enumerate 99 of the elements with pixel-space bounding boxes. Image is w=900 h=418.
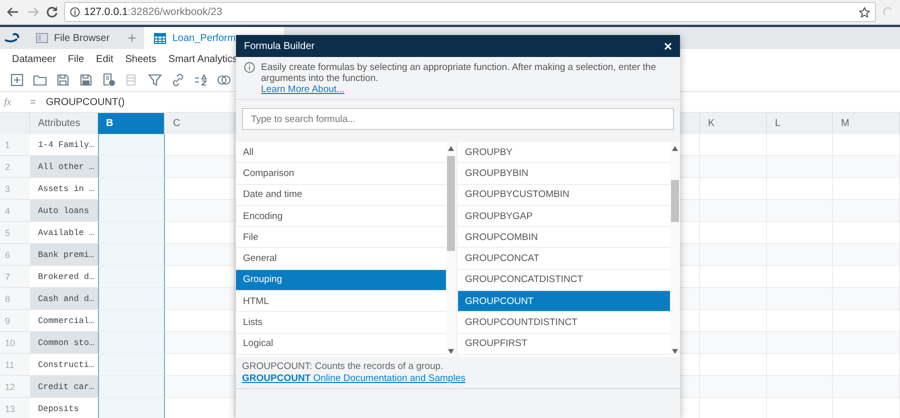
join-icon[interactable] <box>217 73 231 87</box>
menu-item[interactable]: Datameer <box>12 54 56 64</box>
menu-item[interactable]: Sheets <box>125 54 156 64</box>
address-bar[interactable]: 127.0.0.1:32826/workbook/23 <box>64 2 876 22</box>
row-number: 10 <box>0 332 30 354</box>
scrollbar[interactable] <box>670 142 680 357</box>
row-number: 4 <box>0 200 30 222</box>
row-number: 2 <box>0 156 30 178</box>
scroll-up-icon[interactable] <box>448 146 454 151</box>
column-header[interactable]: Attributes <box>30 113 98 134</box>
table-cell: Auto loans <box>30 200 98 222</box>
link-icon[interactable] <box>171 73 185 87</box>
row-number: 13 <box>0 398 30 418</box>
table-cell: Cash and d… <box>30 288 98 310</box>
logo-icon[interactable] <box>4 33 22 43</box>
sort-icon[interactable] <box>194 73 208 87</box>
table-cell[interactable] <box>98 288 165 310</box>
scroll-up-icon[interactable] <box>672 146 678 151</box>
table-cell[interactable] <box>98 222 165 244</box>
function-item[interactable]: GROUPCONCAT <box>458 248 670 270</box>
corner-cell[interactable] <box>0 113 30 134</box>
column-header[interactable]: M <box>833 113 900 134</box>
reload-icon[interactable] <box>46 6 58 18</box>
category-item[interactable]: File <box>236 227 446 248</box>
add-icon[interactable] <box>10 73 24 87</box>
table-cell[interactable] <box>98 178 165 200</box>
function-description: GROUPCOUNT: Counts the records of a group. <box>242 361 444 372</box>
table-cell[interactable] <box>98 244 165 266</box>
save-as-icon[interactable] <box>79 73 93 87</box>
documentation-link[interactable]: GROUPCOUNT Online Documentation and Samples <box>242 373 674 384</box>
star-icon[interactable] <box>859 6 870 18</box>
menu-item[interactable]: Edit <box>96 54 114 64</box>
category-item[interactable]: Encoding <box>236 206 446 228</box>
row-number: 7 <box>0 266 30 288</box>
row-number: 6 <box>0 244 30 266</box>
column-header[interactable]: L <box>767 113 833 134</box>
app-tab[interactable]: File Browser <box>26 27 120 49</box>
search-field[interactable]: Type to search formula... <box>242 108 674 130</box>
category-item[interactable]: HTML <box>236 291 446 312</box>
function-item[interactable]: GROUPBY <box>458 142 670 164</box>
row-number: 11 <box>0 354 30 376</box>
function-item[interactable]: GROUPFIRST <box>458 334 670 355</box>
scrollbar[interactable] <box>446 142 456 357</box>
column-header[interactable]: K <box>700 113 767 134</box>
category-item[interactable]: Comparison <box>236 163 446 185</box>
function-item[interactable]: GROUPCOMBIN <box>458 227 670 248</box>
url-host: 127.0.0.1 <box>84 6 128 18</box>
learn-more-link[interactable]: Learn More About... <box>261 84 672 95</box>
info-icon <box>70 7 80 17</box>
close-button[interactable]: × <box>664 38 672 54</box>
menu-item[interactable]: File <box>68 54 84 64</box>
fx-label: fx <box>4 96 12 108</box>
category-item[interactable]: All <box>236 142 446 164</box>
table-cell[interactable] <box>98 332 165 354</box>
table-cell: All other … <box>30 156 98 178</box>
table-cell: Credit car… <box>30 376 98 398</box>
table-cell[interactable] <box>98 354 165 376</box>
table-cell[interactable] <box>98 200 165 222</box>
info-icon <box>244 62 255 73</box>
scroll-thumb[interactable] <box>671 180 679 222</box>
scroll-down-icon[interactable] <box>448 349 454 354</box>
category-item[interactable]: Date and time <box>236 184 446 206</box>
table-cell[interactable] <box>98 376 165 398</box>
column-header[interactable]: C <box>165 113 235 134</box>
row-number: 9 <box>0 310 30 332</box>
function-item[interactable]: GROUPBYGAP <box>458 206 670 228</box>
function-item[interactable]: GROUPBYBIN <box>458 163 670 185</box>
scroll-down-icon[interactable] <box>672 349 678 354</box>
equals-sign: = <box>30 96 36 108</box>
url-path: :32826/workbook/23 <box>128 6 222 18</box>
function-item[interactable]: GROUPCOUNT <box>458 291 670 312</box>
table-cell: Common sto… <box>30 332 98 354</box>
scroll-thumb[interactable] <box>447 156 455 251</box>
function-item[interactable]: GROUPBYCUSTOMBIN <box>458 184 670 206</box>
info-text: Easily create formulas by selecting an appropriate function. After making a selection, enter the arguments into the function. <box>261 62 657 84</box>
menu-item[interactable]: Smart Analytics <box>168 54 238 64</box>
save-icon[interactable] <box>56 73 70 87</box>
table-cell: Bank premi… <box>30 244 98 266</box>
table-cell[interactable] <box>98 266 165 288</box>
category-item[interactable]: Logical <box>236 334 446 355</box>
row-number: 12 <box>0 376 30 398</box>
folder-panel-icon <box>36 33 48 43</box>
row-number: 1 <box>0 134 30 156</box>
table-cell[interactable] <box>98 310 165 332</box>
table-cell[interactable] <box>98 156 165 178</box>
row-number: 3 <box>0 178 30 200</box>
formula-text[interactable]: GROUPCOUNT() <box>46 96 125 108</box>
function-item[interactable]: GROUPCOUNTDISTINCT <box>458 312 670 334</box>
column-header[interactable]: B <box>98 113 165 134</box>
table-cell[interactable] <box>98 398 165 418</box>
add-sheet-icon[interactable] <box>102 73 116 87</box>
category-item[interactable]: Grouping <box>236 270 446 292</box>
row-number: 8 <box>0 288 30 310</box>
spreadsheet-icon <box>154 32 166 44</box>
category-item[interactable]: Lists <box>236 312 446 334</box>
row-number: 5 <box>0 222 30 244</box>
table-cell[interactable] <box>98 134 165 156</box>
filter-icon[interactable] <box>148 73 162 87</box>
folder-icon[interactable] <box>33 73 47 87</box>
